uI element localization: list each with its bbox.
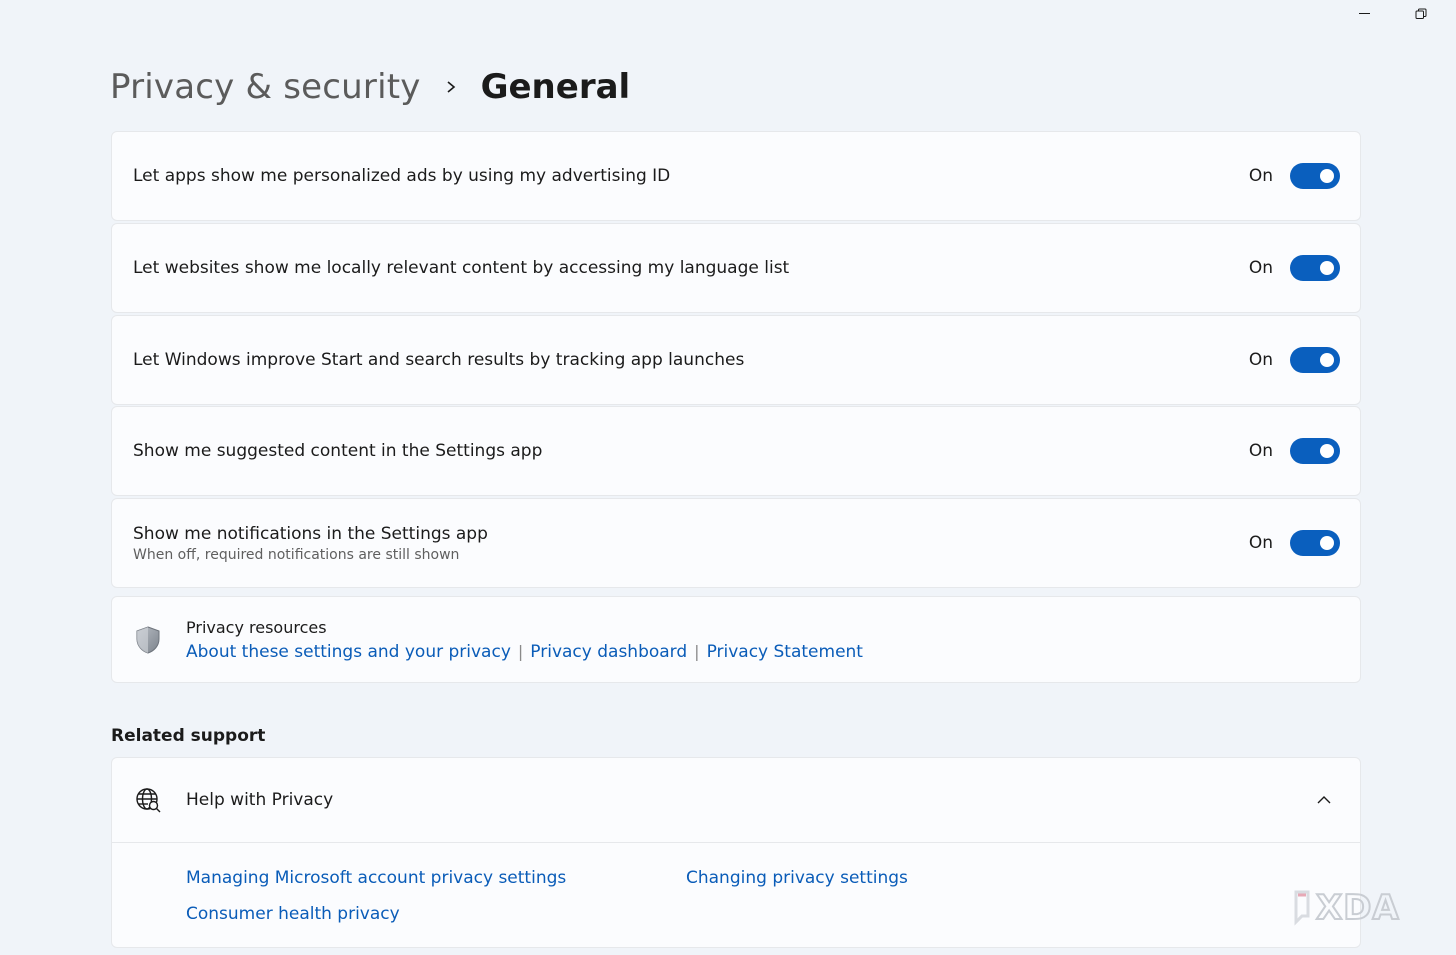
- chevron-up-icon[interactable]: [1312, 788, 1336, 812]
- restore-button[interactable]: [1393, 0, 1449, 28]
- setting-card-advertising-id: Let apps show me personalized ads by usi…: [111, 131, 1361, 221]
- setting-card-language-list: Let websites show me locally relevant co…: [111, 223, 1361, 313]
- toggle-knob: [1320, 353, 1334, 367]
- toggle-state-label: On: [1248, 350, 1273, 370]
- privacy-dashboard-link[interactable]: Privacy dashboard: [530, 642, 687, 662]
- consumer-health-privacy-link[interactable]: Consumer health privacy: [186, 904, 400, 924]
- setting-description: When off, required notifications are sti…: [133, 546, 460, 563]
- toggle-state-label: On: [1248, 166, 1273, 186]
- shield-icon: [133, 625, 163, 655]
- xda-logo: XDA: [1294, 887, 1400, 929]
- restore-icon: [1415, 8, 1427, 19]
- toggle-knob: [1320, 169, 1334, 183]
- setting-title: Show me suggested content in the Setting…: [133, 441, 543, 461]
- toggle-state-label: On: [1248, 441, 1273, 461]
- minimize-icon: [1359, 13, 1370, 14]
- toggle-knob: [1320, 536, 1334, 550]
- managing-account-privacy-link[interactable]: Managing Microsoft account privacy setti…: [186, 868, 566, 888]
- chevron-right-icon: [445, 79, 457, 95]
- suggested-content-toggle[interactable]: [1290, 438, 1340, 464]
- setting-title: Let Windows improve Start and search res…: [133, 350, 745, 370]
- help-with-privacy-header[interactable]: Help with Privacy: [112, 758, 1360, 843]
- privacy-resources-card: Privacy resources About these settings a…: [111, 596, 1361, 683]
- about-settings-privacy-link[interactable]: About these settings and your privacy: [186, 642, 511, 662]
- xda-wordmark: XDA: [1316, 888, 1400, 928]
- setting-title: Let apps show me personalized ads by usi…: [133, 166, 671, 186]
- privacy-resources-title: Privacy resources: [186, 617, 327, 637]
- language-list-toggle[interactable]: [1290, 255, 1340, 281]
- breadcrumb: Privacy & security General: [110, 62, 630, 112]
- link-separator: |: [517, 642, 524, 661]
- toggle-state-label: On: [1248, 258, 1273, 278]
- advertising-id-toggle[interactable]: [1290, 163, 1340, 189]
- link-separator: |: [694, 642, 700, 661]
- notifications-toggle[interactable]: [1290, 530, 1340, 556]
- help-with-privacy-title: Help with Privacy: [186, 790, 334, 810]
- setting-card-suggested-content: Show me suggested content in the Setting…: [111, 406, 1361, 496]
- page-title: General: [480, 67, 631, 107]
- help-links: Managing Microsoft account privacy setti…: [112, 843, 1360, 948]
- changing-privacy-settings-link[interactable]: Changing privacy settings: [686, 868, 908, 888]
- related-support-heading: Related support: [111, 726, 266, 746]
- toggle-knob: [1320, 261, 1334, 275]
- toggle-knob: [1320, 444, 1334, 458]
- settings-page: Privacy & security General Let apps show…: [0, 0, 1456, 955]
- privacy-statement-link[interactable]: Privacy Statement: [707, 642, 863, 662]
- setting-title: Show me notifications in the Settings ap…: [133, 523, 488, 544]
- globe-search-icon: [133, 785, 163, 815]
- xda-watermark: XDA: [1294, 886, 1436, 930]
- minimize-button[interactable]: [1337, 0, 1393, 28]
- setting-card-notifications: Show me notifications in the Settings ap…: [111, 498, 1361, 588]
- setting-title: Let websites show me locally relevant co…: [133, 258, 790, 278]
- toggle-state-label: On: [1248, 533, 1273, 553]
- help-with-privacy-card: Help with Privacy Managing Microsoft acc…: [111, 757, 1361, 948]
- breadcrumb-parent-link[interactable]: Privacy & security: [110, 67, 421, 107]
- app-launches-toggle[interactable]: [1290, 347, 1340, 373]
- setting-card-app-launches: Let Windows improve Start and search res…: [111, 315, 1361, 405]
